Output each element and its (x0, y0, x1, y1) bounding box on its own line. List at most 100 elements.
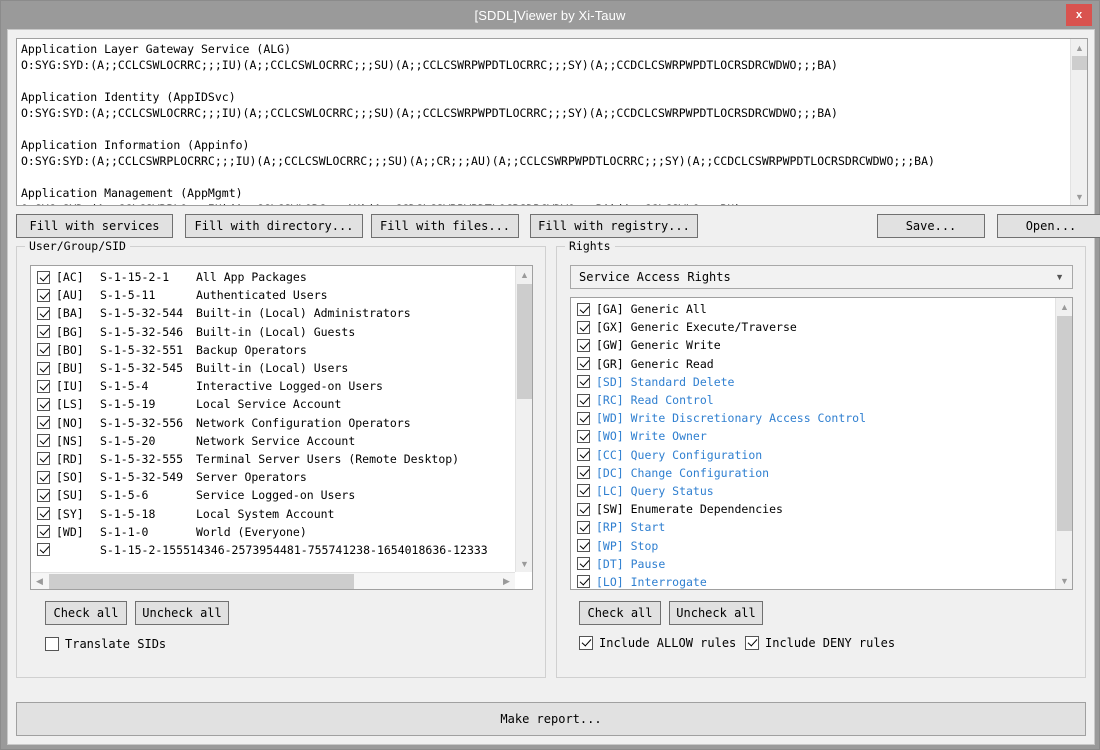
rights-check-all-button[interactable]: Check all (579, 601, 661, 625)
rights-list-item[interactable]: [SW] Enumerate Dependencies (571, 500, 1055, 518)
scroll-left-icon[interactable]: ◀ (31, 573, 48, 589)
usergroup-list-item[interactable]: [AC] S-1-15-2-1 All App Packages (31, 268, 515, 286)
list-item-checkbox[interactable] (577, 357, 590, 371)
rights-list-item[interactable]: [LO] Interrogate (571, 573, 1055, 589)
list-item-checkbox[interactable] (37, 507, 50, 521)
open-button[interactable]: Open... (997, 214, 1100, 238)
list-item-checkbox[interactable] (37, 452, 50, 466)
list-item-checkbox[interactable] (577, 375, 590, 389)
usergroup-list-item[interactable]: [BO] S-1-5-32-551 Backup Operators (31, 341, 515, 359)
rights-list-item[interactable]: [DT] Pause (571, 555, 1055, 573)
scroll-down-icon[interactable]: ▼ (516, 555, 532, 572)
list-item-checkbox[interactable] (37, 525, 50, 539)
scroll-up-icon[interactable]: ▲ (1071, 39, 1087, 56)
list-item-checkbox[interactable] (577, 466, 590, 480)
usergroup-check-all-button[interactable]: Check all (45, 601, 127, 625)
usergroup-list-item[interactable]: [SU] S-1-5-6 Service Logged-on Users (31, 486, 515, 504)
usergroup-uncheck-all-button[interactable]: Uncheck all (135, 601, 229, 625)
rights-category-select[interactable]: Service Access Rights ▼ (570, 265, 1073, 289)
usergroup-list-item[interactable]: [WD] S-1-1-0 World (Everyone) (31, 523, 515, 541)
list-item-checkbox[interactable] (577, 448, 590, 462)
list-item-checkbox[interactable] (37, 325, 50, 339)
scroll-down-icon[interactable]: ▼ (1071, 188, 1087, 205)
usergroup-list-item[interactable]: [SY] S-1-5-18 Local System Account (31, 504, 515, 522)
list-item-checkbox[interactable] (577, 484, 590, 498)
rights-list-item[interactable]: [CC] Query Configuration (571, 446, 1055, 464)
usergroup-sid-listbox[interactable]: [AC] S-1-15-2-1 All App Packages [AU] S-1-5-… (30, 265, 533, 590)
rights-list-item[interactable]: [SD] Standard Delete (571, 373, 1055, 391)
rights-list-item[interactable]: [WP] Stop (571, 536, 1055, 554)
usergroup-list-item[interactable]: S-1-15-2-155514346-2573954481-755741238-… (31, 541, 515, 559)
close-icon[interactable]: x (1066, 4, 1092, 26)
list-item-checkbox[interactable] (577, 320, 590, 334)
scroll-right-icon[interactable]: ▶ (498, 573, 515, 589)
list-item-checkbox[interactable] (37, 343, 50, 357)
list-item-checkbox[interactable] (37, 434, 50, 448)
usergroup-list-item[interactable]: [RD] S-1-5-32-555 Terminal Server Users (R… (31, 450, 515, 468)
list-item-checkbox[interactable] (577, 520, 590, 534)
rights-list-item[interactable]: [RP] Start (571, 518, 1055, 536)
fill-button-2[interactable]: Fill with files... (371, 214, 519, 238)
make-report-button[interactable]: Make report... (16, 702, 1086, 736)
list-item-checkbox[interactable] (37, 488, 50, 502)
scroll-up-icon[interactable]: ▲ (516, 266, 532, 283)
usergroup-list-item[interactable]: [SO] S-1-5-32-549 Server Operators (31, 468, 515, 486)
usergroup-list-item[interactable]: [BA] S-1-5-32-544 Built-in (Local) Adminis… (31, 304, 515, 322)
include-deny-row[interactable]: Include DENY rules (745, 636, 895, 650)
save-button[interactable]: Save... (877, 214, 985, 238)
list-item-checkbox[interactable] (37, 397, 50, 411)
list-item-checkbox[interactable] (577, 575, 590, 589)
usergroup-list-item[interactable]: [LS] S-1-5-19 Local Service Account (31, 395, 515, 413)
rights-listbox[interactable]: [GA] Generic All [GX] Generic Execute/Tra… (570, 297, 1073, 590)
rights-uncheck-all-button[interactable]: Uncheck all (669, 601, 763, 625)
include-allow-row[interactable]: Include ALLOW rules (579, 636, 736, 650)
usergroup-list-item[interactable]: [IU] S-1-5-4 Interactive Logged-on Users (31, 377, 515, 395)
list-item-checkbox[interactable] (37, 416, 50, 430)
usergroup-list-item[interactable]: [BU] S-1-5-32-545 Built-in (Local) Users (31, 359, 515, 377)
usergroup-list-item[interactable]: [NS] S-1-5-20 Network Service Account (31, 432, 515, 450)
usergroup-list-item[interactable]: [AU] S-1-5-11 Authenticated Users (31, 286, 515, 304)
scrollbar-thumb[interactable] (1072, 56, 1087, 70)
rights-list-item[interactable]: [RC] Read Control (571, 391, 1055, 409)
rights-list-item[interactable]: [LC] Query Status (571, 482, 1055, 500)
list-item-checkbox[interactable] (577, 502, 590, 516)
list-item-checkbox[interactable] (577, 411, 590, 425)
fill-button-1[interactable]: Fill with directory... (185, 214, 363, 238)
fill-button-0[interactable]: Fill with services (16, 214, 173, 238)
list-item-checkbox[interactable] (37, 306, 50, 320)
scroll-down-icon[interactable]: ▼ (1056, 572, 1072, 589)
rights-list-item[interactable]: [GX] Generic Execute/Traverse (571, 318, 1055, 336)
list-item-checkbox[interactable] (37, 379, 50, 393)
list-item-checkbox[interactable] (37, 288, 50, 302)
rights-list-item[interactable]: [WO] Write Owner (571, 427, 1055, 445)
scrollbar-thumb[interactable] (1057, 316, 1072, 531)
list-item-checkbox[interactable] (577, 302, 590, 316)
rights-list-item[interactable]: [WD] Write Discretionary Access Control (571, 409, 1055, 427)
list-item-checkbox[interactable] (37, 543, 50, 557)
rights-vertical-scrollbar[interactable]: ▲ ▼ (1055, 298, 1072, 589)
list-item-checkbox[interactable] (37, 470, 50, 484)
list-item-checkbox[interactable] (577, 539, 590, 553)
list-item-checkbox[interactable] (577, 429, 590, 443)
translate-sids-row[interactable]: Translate SIDs (45, 637, 166, 651)
rights-list-item[interactable]: [GW] Generic Write (571, 336, 1055, 354)
fill-button-3[interactable]: Fill with registry... (530, 214, 698, 238)
sddl-textarea[interactable]: Application Layer Gateway Service (ALG) … (16, 38, 1088, 206)
include-allow-checkbox[interactable] (579, 636, 593, 650)
list-item-checkbox[interactable] (577, 393, 590, 407)
scrollbar-thumb[interactable] (49, 574, 354, 589)
usergroup-list-item[interactable]: [NO] S-1-5-32-556 Network Configuration Op… (31, 414, 515, 432)
usergroup-horizontal-scrollbar[interactable]: ◀ ▶ (31, 572, 515, 589)
scrollbar-thumb[interactable] (517, 284, 532, 399)
rights-list-item[interactable]: [DC] Change Configuration (571, 464, 1055, 482)
usergroup-list-item[interactable]: [BG] S-1-5-32-546 Built-in (Local) Guests (31, 323, 515, 341)
sddl-vertical-scrollbar[interactable]: ▲ ▼ (1070, 39, 1087, 205)
include-deny-checkbox[interactable] (745, 636, 759, 650)
usergroup-vertical-scrollbar[interactable]: ▲ ▼ (515, 266, 532, 572)
list-item-checkbox[interactable] (37, 361, 50, 375)
list-item-checkbox[interactable] (577, 557, 590, 571)
rights-list-item[interactable]: [GR] Generic Read (571, 355, 1055, 373)
list-item-checkbox[interactable] (577, 338, 590, 352)
translate-sids-checkbox[interactable] (45, 637, 59, 651)
scroll-up-icon[interactable]: ▲ (1056, 298, 1072, 315)
